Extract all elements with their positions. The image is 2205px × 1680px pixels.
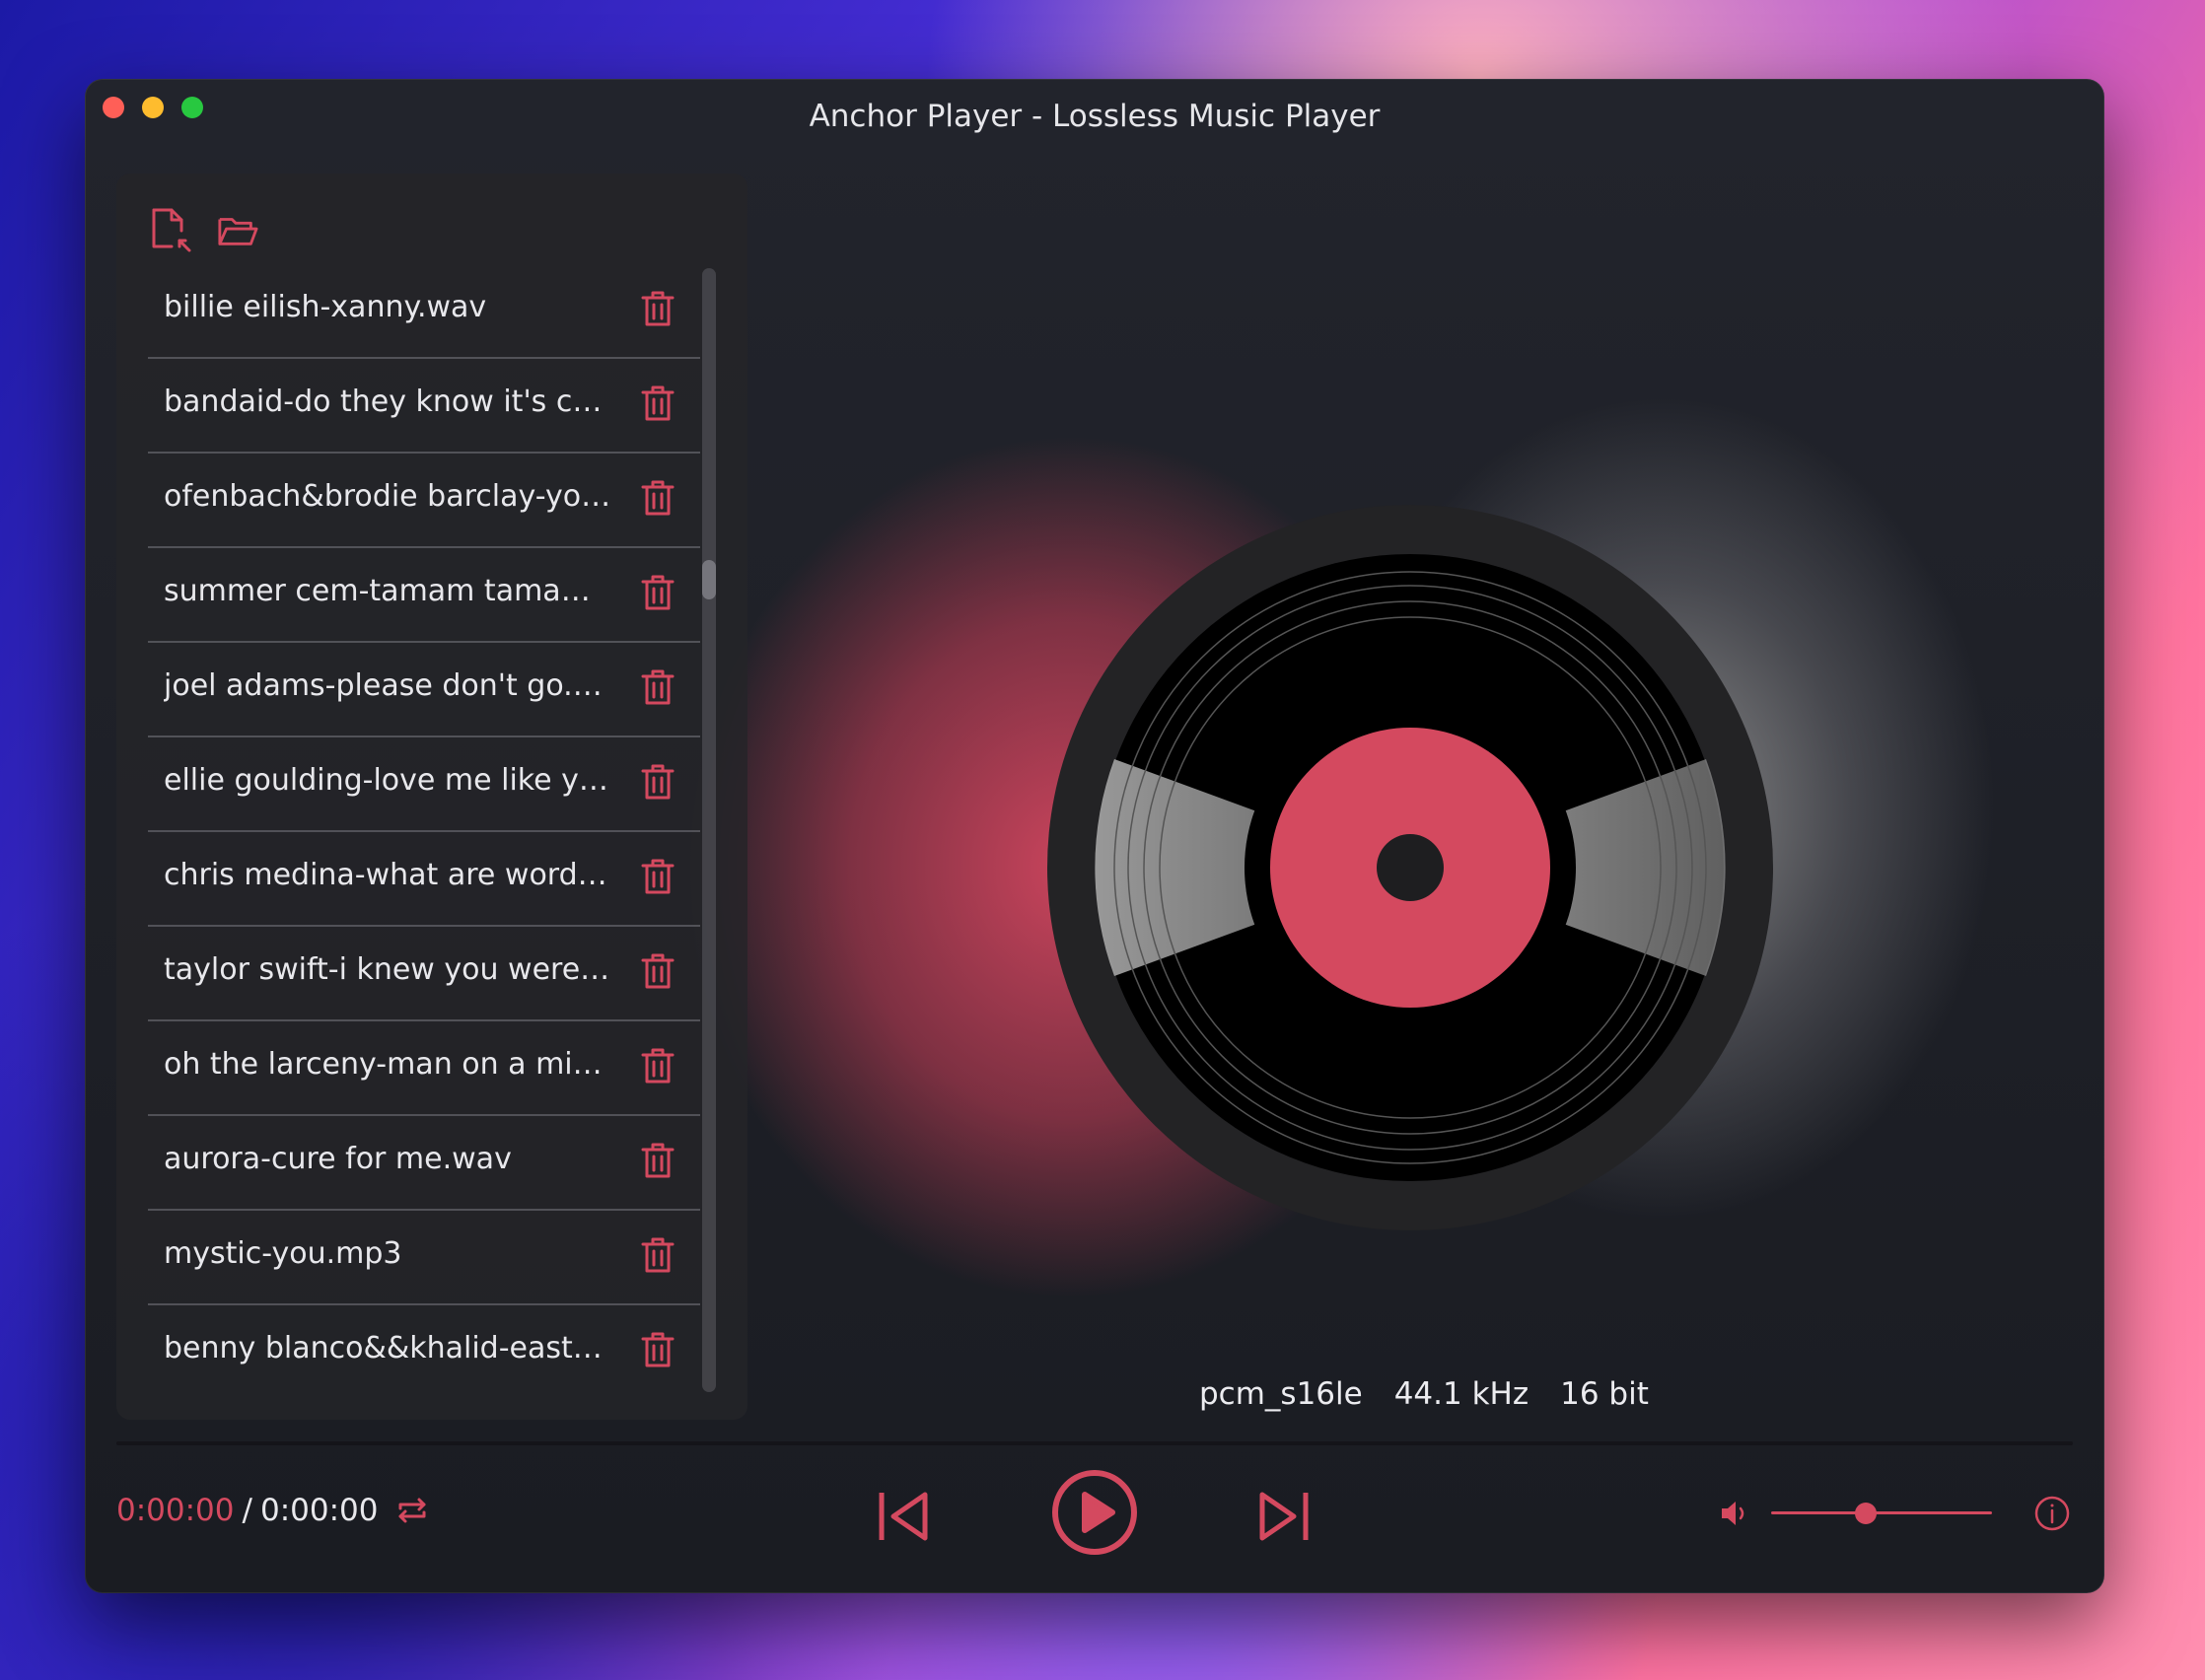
track-name: ofenbach&brodie barclay-you… (164, 479, 617, 514)
bit-depth-label: 16 bit (1560, 1376, 1649, 1412)
skip-previous-icon[interactable] (874, 1487, 933, 1546)
track-name: oh the larceny-man on a missi… (164, 1047, 617, 1082)
playlist-item[interactable]: joel adams-please don't go.wav (148, 643, 700, 737)
trash-icon[interactable] (641, 1236, 675, 1274)
playlist-item[interactable]: aurora-cure for me.wav (148, 1116, 700, 1211)
vinyl-record-artwork (1047, 505, 1773, 1230)
info-icon[interactable] (2033, 1495, 2071, 1532)
track-name: billie eilish-xanny.wav (164, 290, 487, 324)
audio-format-info: pcm_s16le 44.1 kHz 16 bit (1199, 1376, 1791, 1412)
trash-icon[interactable] (641, 574, 675, 611)
trash-icon[interactable] (641, 290, 675, 327)
trash-icon[interactable] (641, 1142, 675, 1179)
playlist-item[interactable]: oh the larceny-man on a missi… (148, 1021, 700, 1116)
playlist-item[interactable]: bandaid-do they know it's chr… (148, 359, 700, 454)
trash-icon[interactable] (641, 952, 675, 990)
codec-label: pcm_s16le (1199, 1376, 1363, 1412)
trash-icon[interactable] (641, 1331, 675, 1368)
progress-bar[interactable] (116, 1441, 2073, 1445)
trash-icon[interactable] (641, 763, 675, 801)
track-name: mystic-you.mp3 (164, 1236, 402, 1271)
skip-next-icon[interactable] (1254, 1487, 1314, 1546)
volume-slider[interactable] (1771, 1499, 1992, 1528)
playlist-scrollbar[interactable] (702, 268, 716, 1392)
repeat-icon[interactable] (392, 1491, 432, 1530)
track-name: aurora-cure for me.wav (164, 1142, 512, 1176)
playlist-item[interactable]: ellie goulding-love me like yo… (148, 737, 700, 832)
total-time: 0:00:00 (259, 1493, 379, 1528)
playlist-item[interactable]: ofenbach&brodie barclay-you… (148, 454, 700, 548)
trash-icon[interactable] (641, 479, 675, 517)
track-name: ellie goulding-love me like yo… (164, 763, 617, 798)
playlist-item[interactable]: mystic-you.mp3 (148, 1211, 700, 1305)
track-name: joel adams-please don't go.wav (164, 668, 617, 703)
trash-icon[interactable] (641, 1047, 675, 1085)
sample-rate-label: 44.1 kHz (1393, 1376, 1529, 1412)
track-name: summer cem-tamam tamam.… (164, 574, 617, 608)
volume-track (1771, 1511, 1992, 1514)
play-icon[interactable] (1051, 1469, 1138, 1556)
titlebar: Anchor Player - Lossless Music Player (85, 79, 2104, 154)
current-time: 0:00:00 (116, 1493, 235, 1528)
track-name: bandaid-do they know it's chr… (164, 385, 617, 419)
track-name: benny blanco&&khalid-eastsi… (164, 1331, 617, 1365)
app-window: Anchor Player - Lossless Music Player bi… (85, 79, 2104, 1593)
volume-thumb[interactable] (1855, 1503, 1878, 1524)
playlist-item[interactable]: summer cem-tamam tamam.… (148, 548, 700, 643)
window-title: Anchor Player - Lossless Music Player (809, 99, 1381, 134)
track-name: taylor swift-i knew you were tr… (164, 952, 617, 987)
playlist-item[interactable]: benny blanco&&khalid-eastsi… (148, 1305, 700, 1400)
time-separator: / (242, 1493, 252, 1528)
playlist-item[interactable]: chris medina-what are words.… (148, 832, 700, 927)
scrollbar-thumb[interactable] (702, 560, 716, 599)
file-import-icon[interactable] (150, 207, 191, 252)
time-display: 0:00:00 / 0:00:00 (116, 1493, 378, 1528)
track-name: chris medina-what are words.… (164, 858, 617, 892)
trash-icon[interactable] (641, 858, 675, 895)
playlist-item[interactable]: billie eilish-xanny.wav (148, 264, 700, 359)
playlist-item[interactable]: taylor swift-i knew you were tr… (148, 927, 700, 1021)
playlist: billie eilish-xanny.wav bandaid-do they k… (148, 264, 700, 1400)
folder-open-icon[interactable] (217, 207, 258, 252)
playlist-sidebar: billie eilish-xanny.wav bandaid-do they k… (116, 174, 747, 1420)
trash-icon[interactable] (641, 668, 675, 706)
trash-icon[interactable] (641, 385, 675, 422)
volume-icon[interactable] (1718, 1497, 1751, 1530)
